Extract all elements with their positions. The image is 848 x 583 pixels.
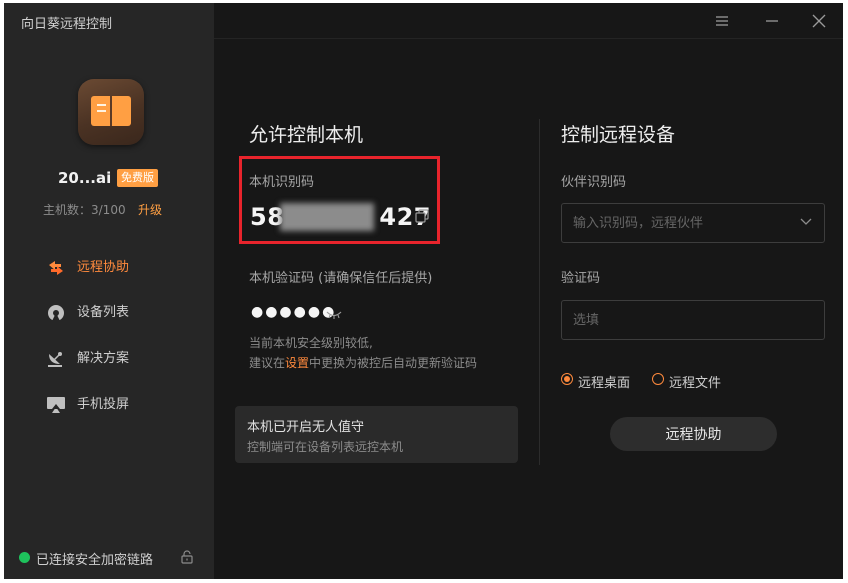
device-list-icon <box>48 305 64 321</box>
eye-closed-icon[interactable] <box>326 310 342 320</box>
remote-control-title: 控制远程设备 <box>561 124 676 146</box>
radio-label: 远程桌面 <box>578 376 631 391</box>
sidebar-item-label: 远程协助 <box>77 260 130 275</box>
titlebar-divider <box>214 38 843 39</box>
radio-unchecked-icon <box>652 373 664 385</box>
satellite-dish-icon <box>48 352 62 367</box>
unattended-subtitle: 控制端可在设备列表远控本机 <box>247 440 404 454</box>
sidebar-item-label: 解决方案 <box>77 351 130 366</box>
upgrade-link[interactable]: 升级 <box>138 201 162 218</box>
remote-assist-icon <box>49 261 63 275</box>
sidebar-item-label: 手机投屏 <box>77 397 130 412</box>
unattended-title: 本机已开启无人值守 <box>247 420 365 435</box>
app-title: 向日葵远程控制 <box>21 17 113 32</box>
screen-cast-icon <box>47 397 65 413</box>
partner-id-label: 伙伴识别码 <box>561 175 627 190</box>
status-dot-icon <box>19 552 30 563</box>
username: 20...ai <box>58 169 112 187</box>
plan-badge: 免费版 <box>117 169 158 187</box>
verify-code-label: 验证码 <box>561 271 601 286</box>
remote-assist-button[interactable]: 远程协助 <box>610 417 777 451</box>
verify-code-input[interactable] <box>561 300 825 340</box>
settings-link[interactable]: 设置 <box>285 356 309 370</box>
security-notice-line2: 建议在设置中更换为被控后自动更新验证码 <box>249 354 477 371</box>
lock-icon[interactable] <box>180 550 194 564</box>
partner-id-input[interactable] <box>561 203 825 243</box>
notice-text: 中更换为被控后自动更新验证码 <box>309 356 478 370</box>
sidebar-item-label: 设备列表 <box>77 305 130 320</box>
book-icon <box>91 96 131 126</box>
status-text: 已连接安全加密链路 <box>36 553 154 568</box>
radio-checked-icon <box>561 373 573 385</box>
id-highlight-box <box>239 156 440 244</box>
menu-icon[interactable] <box>714 13 730 29</box>
notice-text: 建议在 <box>249 356 286 370</box>
security-notice-line1: 当前本机安全级别较低, <box>249 336 373 350</box>
allow-control-title: 允许控制本机 <box>249 124 364 146</box>
app-window: 向日葵远程控制 20...ai 免费版 主机数：3/100 升级 远程协助 设备… <box>4 3 843 579</box>
panel-divider <box>539 119 540 465</box>
sidebar: 向日葵远程控制 20...ai 免费版 主机数：3/100 升级 远程协助 设备… <box>4 3 214 579</box>
unattended-card[interactable]: 本机已开启无人值守 控制端可在设备列表远控本机 <box>235 406 518 463</box>
host-count: 主机数：3/100 <box>43 203 126 217</box>
close-icon[interactable] <box>811 13 827 29</box>
chevron-down-icon[interactable] <box>800 218 812 226</box>
avatar[interactable] <box>78 79 144 145</box>
radio-label: 远程文件 <box>669 376 722 391</box>
password-label: 本机验证码 (请确保信任后提供) <box>249 271 433 286</box>
minimize-icon[interactable] <box>764 13 780 29</box>
password-value: ●●●●●● <box>251 304 337 320</box>
